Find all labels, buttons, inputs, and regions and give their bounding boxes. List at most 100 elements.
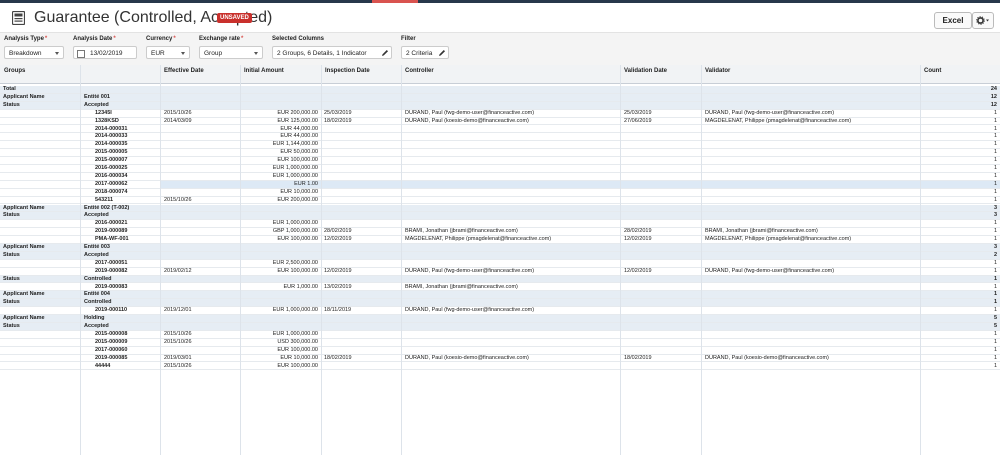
analysis-type-value: Breakdown: [9, 50, 42, 57]
effective-date-cell: 2014/03/09: [164, 117, 192, 124]
guarantee-id-cell: 2016-000021: [95, 220, 128, 227]
exchange-rate-select[interactable]: Group: [199, 46, 263, 59]
count-cell: 1: [993, 165, 997, 171]
table-row[interactable]: 2014-000035 EUR 1,144,000.00 1: [0, 141, 1000, 150]
table-row[interactable]: 2015-000007 EUR 100,000.00 1: [0, 157, 1000, 165]
table-row[interactable]: 2019-000110 2019/12/01 EUR 1,000,000.00 18/…: [0, 307, 1000, 316]
group-row[interactable]: Status Accepted 3: [0, 212, 1000, 221]
guarantee-id-cell: 2014-000031: [95, 125, 128, 132]
effective-date-cell: 2015/10/26: [164, 362, 192, 369]
group-label-cell: Status: [3, 101, 20, 108]
initial-amount-cell: EUR 44,000.00: [280, 133, 318, 140]
table-row[interactable]: 2017-000062 EUR 1.00 1: [0, 180, 1000, 189]
gear-icon: [976, 16, 989, 26]
validator-cell: DURAND, Paul (koesio-demo@financeactive.…: [705, 354, 829, 361]
analysis-date-input[interactable]: 13/02/2019: [73, 46, 137, 59]
initial-amount-cell: EUR 100,000.00: [277, 157, 318, 164]
column-header-inspection-date[interactable]: Inspection Date: [325, 68, 370, 74]
group-value-cell: Entité 003: [84, 244, 110, 250]
column-divider: [80, 65, 81, 455]
count-cell: 24: [990, 86, 997, 92]
guarantee-id-cell: 44444: [95, 362, 111, 369]
validation-date-cell: 12/02/2019: [624, 267, 652, 274]
calendar-icon: [77, 50, 85, 58]
table-row[interactable]: 2014-000033 EUR 44,000.00 1: [0, 133, 1000, 142]
table-row[interactable]: 2018-000074 EUR 10,000.00 1: [0, 189, 1000, 197]
column-header-controller[interactable]: Controller: [405, 68, 434, 74]
column-header-validation-date[interactable]: Validation Date: [624, 68, 667, 74]
analysis-type-select[interactable]: Breakdown: [4, 46, 64, 59]
table-row[interactable]: 2019-000085 2019/03/01 EUR 10,000.00 18/02/…: [0, 355, 1000, 363]
table-row[interactable]: 543211 2015/10/26 EUR 200,000.00 1: [0, 197, 1000, 205]
pencil-icon[interactable]: [380, 48, 390, 58]
initial-amount-cell: EUR 100,000.00: [277, 236, 318, 243]
group-row[interactable]: Applicant Name Entité 003 3: [0, 244, 1000, 252]
count-cell: 3: [993, 212, 997, 219]
table-row[interactable]: 2019-000089 GBP 1,000,000.00 28/02/2019 BRA…: [0, 228, 1000, 237]
table-row[interactable]: 2016-000021 EUR 1,000,000.00 1: [0, 220, 1000, 229]
filter-field[interactable]: 2 Criteria: [401, 46, 449, 59]
settings-button[interactable]: [972, 12, 994, 29]
group-row[interactable]: Applicant Name Entité 002 (T-002) 3: [0, 204, 1000, 213]
group-row[interactable]: Status Controlled 1: [0, 275, 1000, 284]
table-row[interactable]: 2016-000025 EUR 1,000,000.00 1: [0, 165, 1000, 173]
initial-amount-cell: EUR 10,000.00: [280, 188, 318, 195]
column-header-initial-amount[interactable]: Initial Amount: [244, 68, 284, 74]
group-row[interactable]: Applicant Name Entité 001 12: [0, 93, 1000, 102]
count-cell: 1: [993, 283, 997, 290]
table-row[interactable]: 12345I 2015/10/26 EUR 200,000.00 25/03/2019…: [0, 110, 1000, 118]
column-divider: [920, 65, 921, 455]
column-header-groups[interactable]: Groups: [4, 68, 25, 74]
count-cell: 1: [993, 220, 997, 227]
group-row[interactable]: Total 24: [0, 86, 1000, 94]
group-row[interactable]: Status Controlled 1: [0, 299, 1000, 308]
inspection-date-cell: 12/02/2019: [324, 267, 352, 274]
table-row[interactable]: 2015-000005 EUR 50,000.00 1: [0, 149, 1000, 158]
table-row[interactable]: 2015-000009 2015/10/26 USD 300,000.00 1: [0, 339, 1000, 347]
excel-export-button[interactable]: Excel: [934, 12, 972, 29]
group-row[interactable]: Applicant Name Holding 5: [0, 315, 1000, 323]
group-row[interactable]: Applicant Name Entité 004 1: [0, 291, 1000, 300]
group-label-cell: Status: [3, 251, 20, 258]
group-row[interactable]: Status Accepted 5: [0, 323, 1000, 331]
selected-columns-value: 2 Groups, 6 Details, 1 Indicator: [277, 50, 367, 57]
guarantee-id-cell: PMA-WF-001: [95, 236, 129, 243]
column-header-count[interactable]: Count: [924, 68, 941, 74]
group-label-cell: Status: [3, 275, 20, 282]
count-cell: 3: [993, 244, 997, 250]
count-cell: 5: [993, 323, 997, 329]
table-row[interactable]: 44444 2015/10/26 EUR 100,000.00 1: [0, 363, 1000, 371]
pencil-icon[interactable]: [437, 48, 447, 58]
initial-amount-cell: EUR 1,000.00: [283, 283, 318, 290]
initial-amount-cell: GBP 1,000,000.00: [272, 228, 318, 235]
table-row[interactable]: 2019-000082 2019/02/12 EUR 100,000.00 12/02…: [0, 268, 1000, 276]
table-row[interactable]: 2015-000008 2015/10/26 EUR 1,000,000.00 1: [0, 331, 1000, 339]
controller-cell: BRAMI, Jonathan (jbrami@financeactive.co…: [405, 228, 518, 235]
controller-cell: BRAMI, Jonathan (jbrami@financeactive.co…: [405, 283, 518, 290]
table-row[interactable]: 2016-000034 EUR 1,000,000.00 1: [0, 173, 1000, 181]
validator-cell: DURAND, Paul (fwg-demo-user@financeactiv…: [705, 267, 835, 274]
inspection-date-cell: 12/02/2019: [324, 236, 352, 243]
count-cell: 1: [993, 267, 997, 274]
table-row[interactable]: 1328KSD 2014/03/09 EUR 125,000.00 18/02/201…: [0, 118, 1000, 126]
table-row[interactable]: PMA-WF-001 EUR 100,000.00 12/02/2019 MAGDEL…: [0, 236, 1000, 244]
table-row[interactable]: 2017-000060 EUR 100,000.00 1: [0, 347, 1000, 355]
table-row[interactable]: 2019-000083 EUR 1,000.00 13/02/2019 BRAMI, …: [0, 284, 1000, 292]
count-cell: 1: [993, 228, 997, 235]
table-row[interactable]: 2017-000051 EUR 2,500,000.00 1: [0, 260, 1000, 268]
guarantee-id-cell: 2014-000033: [95, 133, 128, 140]
validator-cell: DURAND, Paul (fwg-demo-user@financeactiv…: [705, 109, 835, 116]
count-cell: 1: [993, 299, 997, 306]
column-header-validator[interactable]: Validator: [705, 68, 730, 74]
report-document-icon: [12, 11, 25, 25]
count-cell: 1: [993, 362, 997, 369]
count-cell: 1: [993, 259, 997, 266]
currency-select[interactable]: EUR: [146, 46, 190, 59]
guarantee-id-cell: 2017-000060: [95, 346, 128, 353]
group-row[interactable]: Status Accepted 12: [0, 101, 1000, 110]
selected-columns-field[interactable]: 2 Groups, 6 Details, 1 Indicator: [272, 46, 392, 59]
group-row[interactable]: Status Accepted 2: [0, 251, 1000, 260]
table-row[interactable]: 2014-000031 EUR 44,000.00 1: [0, 126, 1000, 134]
count-cell: 1: [993, 307, 997, 314]
column-header-effective-date[interactable]: Effective Date: [164, 68, 204, 74]
